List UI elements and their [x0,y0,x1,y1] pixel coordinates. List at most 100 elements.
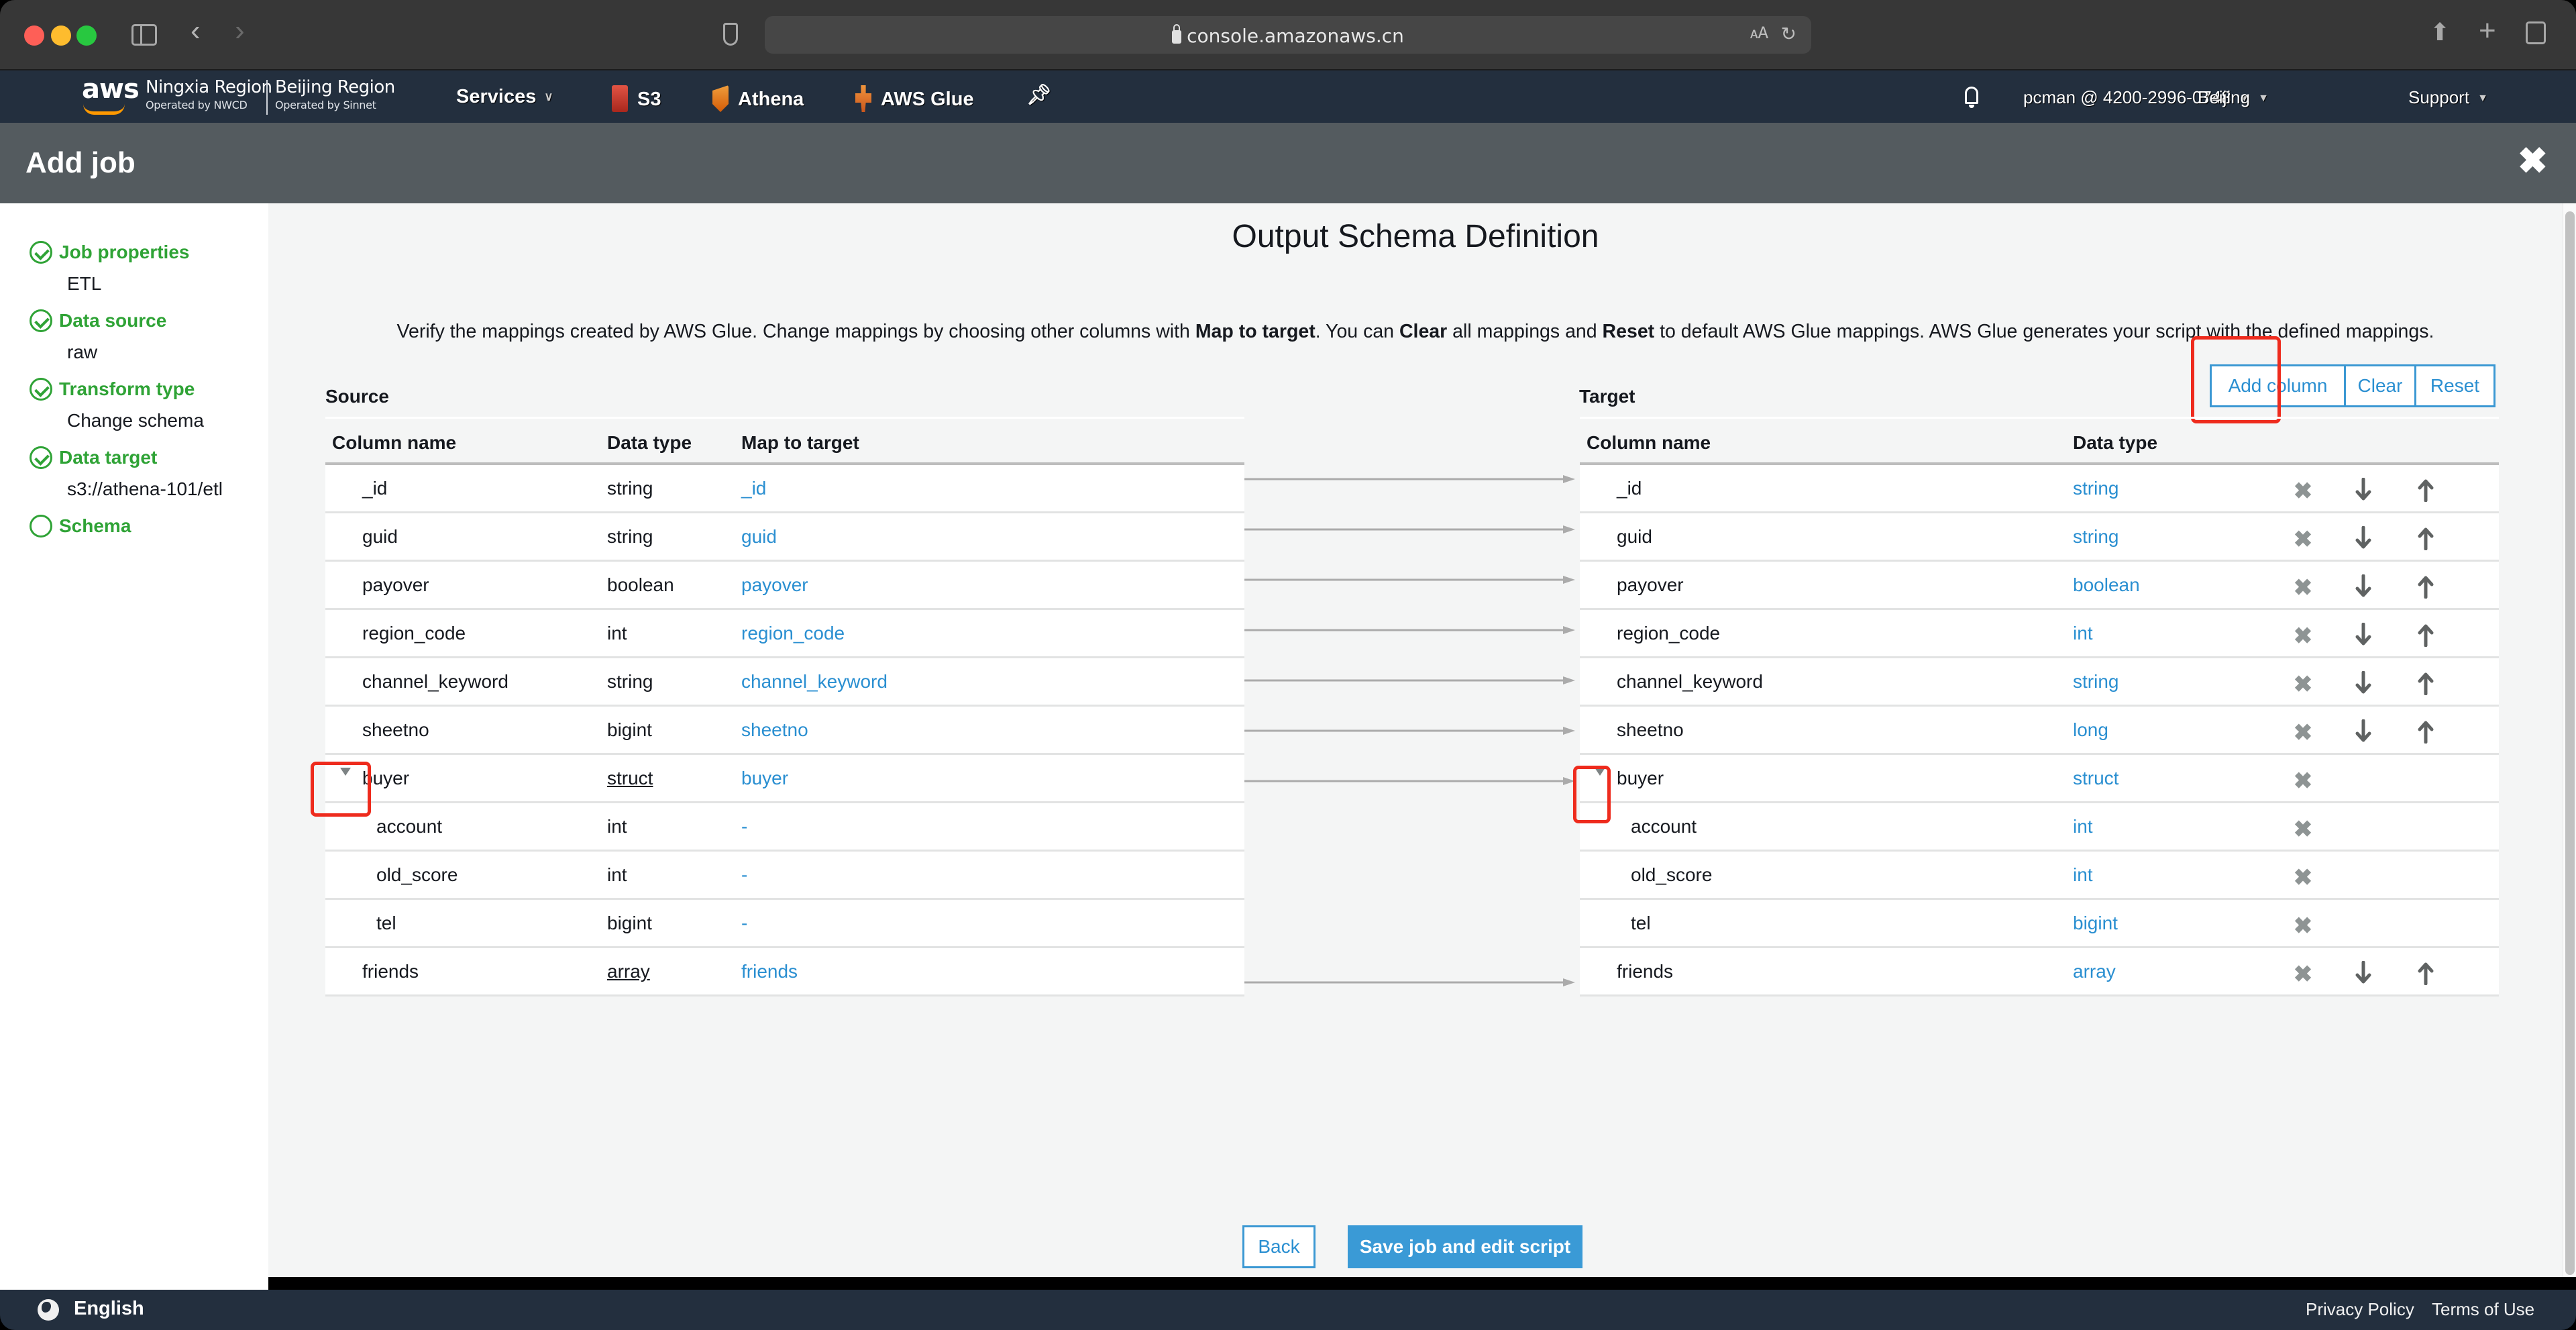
clear-button[interactable]: Clear [2346,364,2416,407]
move-down-icon[interactable] [2351,719,2375,746]
map-to-target-link[interactable]: region_code [741,623,845,644]
delete-icon[interactable]: ✖ [2291,768,2315,795]
caret-down-icon: ▼ [2258,93,2269,104]
services-menu[interactable]: Services ∨ [456,85,553,108]
step-value: ETL [67,273,102,294]
target-data-type-link[interactable]: string [2073,478,2118,499]
aws-logo[interactable]: aws [82,76,140,115]
map-to-target-link[interactable]: - [741,816,747,837]
pin-icon[interactable]: 📌︎ [1026,84,1052,107]
page-header: Add job ✖ [0,123,2576,203]
move-up-icon[interactable] [2414,526,2438,553]
step-schema[interactable]: Schema [30,515,131,538]
move-down-icon[interactable] [2351,478,2375,505]
step-job-properties[interactable]: Job properties ETL [30,241,189,295]
target-data-type-link[interactable]: struct [2073,768,2118,789]
tab-overview-icon[interactable] [2526,21,2546,44]
delete-icon[interactable]: ✖ [2291,913,2315,939]
map-to-target-link[interactable]: payover [741,574,808,596]
source-row: account int - [325,803,1244,852]
step-data-source[interactable]: Data source raw [30,309,166,363]
delete-icon[interactable]: ✖ [2291,864,2315,891]
window-zoom-button[interactable] [76,25,97,46]
move-down-icon[interactable] [2351,574,2375,601]
target-data-type-link[interactable]: array [2073,961,2116,982]
step-label: Schema [59,515,131,536]
target-data-type-link[interactable]: int [2073,623,2093,644]
delete-icon[interactable]: ✖ [2291,671,2315,698]
map-to-target-link[interactable]: - [741,864,747,886]
step-value: s3://athena-101/etl [67,478,223,499]
move-down-icon[interactable] [2351,623,2375,650]
reload-icon[interactable]: ↻ [1781,23,1796,45]
terms-of-use-link[interactable]: Terms of Use [2432,1299,2534,1320]
expand-caret-icon[interactable] [340,768,351,776]
globe-icon[interactable] [38,1299,59,1321]
map-to-target-link[interactable]: channel_keyword [741,671,888,693]
new-tab-icon[interactable]: + [2479,16,2496,46]
forward-chevron-icon[interactable]: › [235,16,245,46]
shortcut-label: Athena [738,89,804,110]
delete-icon[interactable]: ✖ [2291,478,2315,505]
move-down-icon[interactable] [2351,671,2375,698]
map-to-target-link[interactable]: sheetno [741,719,808,741]
delete-icon[interactable]: ✖ [2291,574,2315,601]
shortcut-aws-glue[interactable]: AWS Glue [855,85,974,112]
bell-icon[interactable] [1962,83,1982,109]
target-row: _id string ✖ [1580,465,2499,513]
region-menu[interactable]: Beijing ▼ [2198,87,2269,109]
sidebar-toggle-icon[interactable] [131,24,157,46]
move-up-icon[interactable] [2414,719,2438,746]
delete-icon[interactable]: ✖ [2291,816,2315,843]
delete-icon[interactable]: ✖ [2291,719,2315,746]
back-button[interactable]: Back [1242,1225,1316,1268]
privacy-shield-icon[interactable] [723,23,738,46]
map-to-target-link[interactable]: - [741,913,747,934]
target-data-type-link[interactable]: bigint [2073,913,2118,934]
source-data-type: int [607,864,627,885]
target-data-type-link[interactable]: boolean [2073,574,2140,596]
scrollbar-thumb[interactable] [2565,211,2575,1275]
move-up-icon[interactable] [2414,671,2438,698]
target-data-type-link[interactable]: long [2073,719,2108,741]
map-to-target-link[interactable]: buyer [741,768,788,789]
shortcut-s3[interactable]: S3 [612,85,661,112]
target-data-type-link[interactable]: string [2073,671,2118,693]
language-selector[interactable]: English [74,1298,144,1320]
step-transform-type[interactable]: Transform type Change schema [30,378,204,431]
reset-button[interactable]: Reset [2416,364,2496,407]
window-minimize-button[interactable] [51,25,71,46]
map-to-target-link[interactable]: friends [741,961,798,982]
translate-icon[interactable]: 🗚 [1750,24,1768,43]
back-chevron-icon[interactable]: ‹ [191,16,201,46]
map-to-target-link[interactable]: guid [741,526,777,548]
source-data-type[interactable]: array [607,961,650,982]
source-data-type[interactable]: struct [607,768,653,789]
target-table: Column name Data type _id string ✖ guid stri… [1580,417,2499,996]
scrollbar[interactable] [2563,203,2576,1277]
add-column-button[interactable]: Add column [2210,364,2346,407]
shortcut-athena[interactable]: Athena [712,85,804,112]
move-up-icon[interactable] [2414,623,2438,650]
move-up-icon[interactable] [2414,478,2438,505]
support-menu[interactable]: Support ▼ [2408,87,2488,109]
address-bar[interactable]: console.amazonaws.cn 🗚 ↻ [765,16,1811,54]
privacy-policy-link[interactable]: Privacy Policy [2306,1299,2414,1320]
save-job-and-edit-script-button[interactable]: Save job and edit script [1348,1225,1582,1268]
window-close-button[interactable] [24,25,44,46]
step-data-target[interactable]: Data target s3://athena-101/etl [30,446,223,500]
move-up-icon[interactable] [2414,574,2438,601]
delete-icon[interactable]: ✖ [2291,623,2315,650]
target-data-type-link[interactable]: string [2073,526,2118,548]
move-down-icon[interactable] [2351,961,2375,988]
expand-caret-icon[interactable] [1595,768,1605,776]
close-icon[interactable]: ✖ [2518,143,2548,179]
move-down-icon[interactable] [2351,526,2375,553]
map-to-target-link[interactable]: _id [741,478,766,499]
delete-icon[interactable]: ✖ [2291,961,2315,988]
share-icon[interactable]: ⬆ [2430,19,2450,46]
move-up-icon[interactable] [2414,961,2438,988]
target-data-type-link[interactable]: int [2073,864,2093,886]
target-data-type-link[interactable]: int [2073,816,2093,837]
delete-icon[interactable]: ✖ [2291,526,2315,553]
